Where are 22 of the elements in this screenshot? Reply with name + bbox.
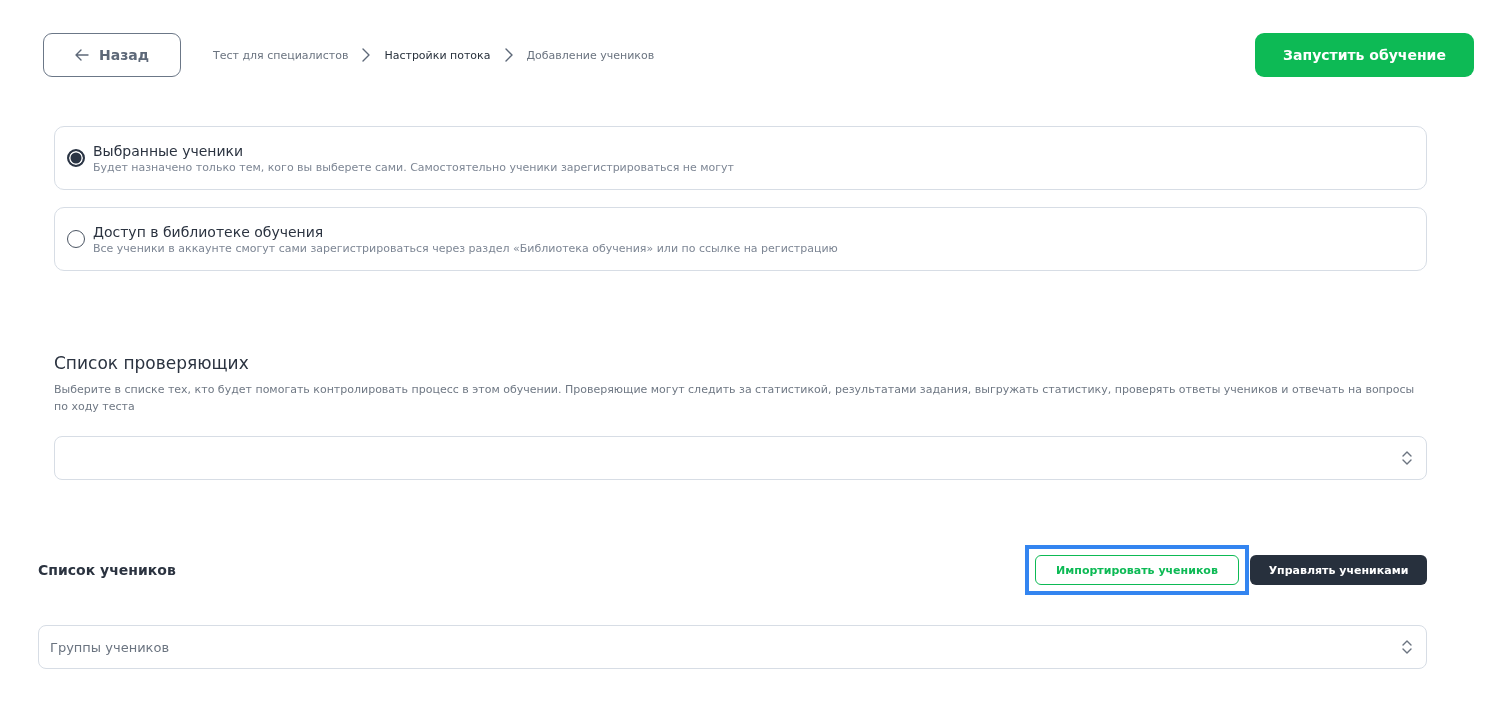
section-title: Список учеников [38, 562, 176, 578]
section-title: Список проверяющих [54, 353, 250, 373]
breadcrumb-link[interactable]: Тест для специалистов [213, 48, 349, 62]
chevron-right-icon [362, 48, 371, 62]
manage-students-button[interactable]: Управлять учениками [1250, 555, 1427, 585]
option-description: Все ученики в аккаунте смогут сами зарегистрироваться через раздел «Библиотека обучения» или по ссылке на регистрацию [93, 241, 838, 255]
access-option-card[interactable]: Доступ в библиотеке обучения Все ученики в аккаунте смогут сами зарегистрироваться через раздел «Библиотека обучения» или по ссылке на регистрацию [54, 207, 1427, 271]
option-title: Выбранные ученики [93, 142, 245, 159]
access-option-card[interactable]: Выбранные ученики Будет назначено только тем, кого вы выберете сами. Самостоятельно ученики зарегистрироваться не могут [54, 126, 1427, 190]
breadcrumb-link[interactable]: Добавление учеников [526, 48, 655, 62]
breadcrumb-link[interactable]: Настройки потока [384, 48, 491, 62]
option-title: Доступ в библиотеке обучения [93, 223, 325, 240]
sort-arrows-icon [1402, 640, 1412, 654]
chevron-right-icon [504, 48, 513, 62]
back-button[interactable]: Назад [43, 33, 181, 77]
student-groups-select[interactable]: Группы учеников [38, 625, 1427, 669]
section-description: Выберите в списке тех, кто будет помогать контролировать процесс в этом обучении. Проверяющие могут следить за статистикой, результатами задания, выгружать статистику, проверять ответы учеников и отвечать на вопросы по ходу теста [54, 382, 1416, 415]
sort-arrows-icon [1402, 451, 1412, 465]
arrow-left-icon [74, 49, 89, 61]
select-placeholder: Группы учеников [50, 639, 170, 655]
option-description: Будет назначено только тем, кого вы выберете сами. Самостоятельно ученики зарегистрироваться не могут [93, 160, 734, 174]
radio-button[interactable] [67, 149, 85, 167]
